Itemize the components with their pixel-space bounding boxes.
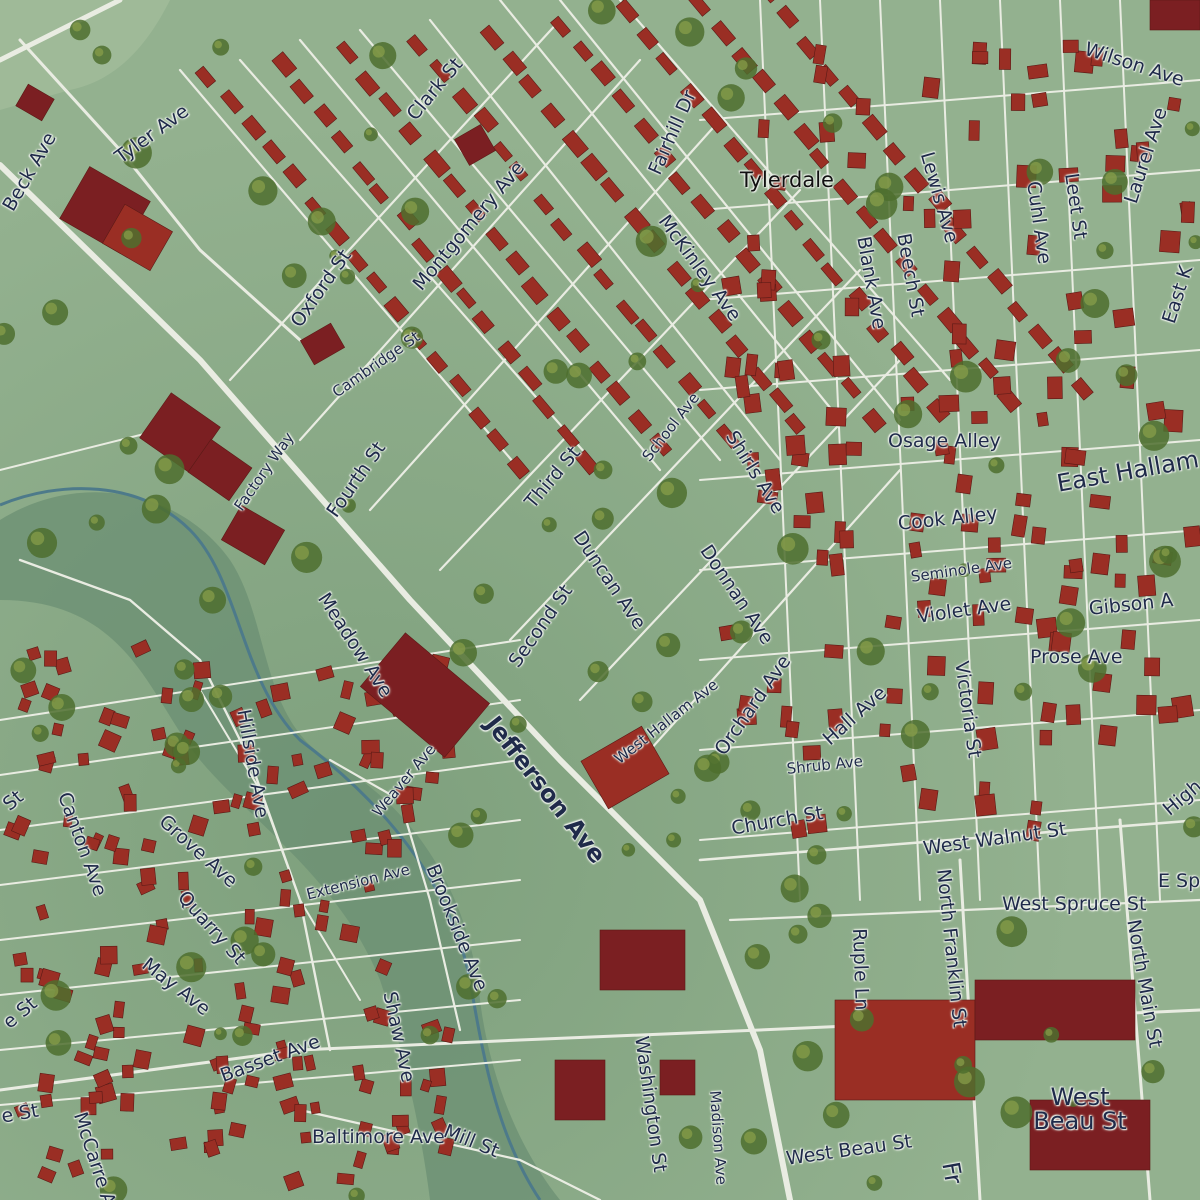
map-canvas[interactable]: Tylerdale Tyler Ave Clark St Fairhill Dr…: [0, 0, 1200, 1200]
street-label-baltimore-ave[interactable]: Baltimore Ave: [312, 1128, 445, 1147]
tree-layer: [0, 0, 1200, 1200]
street-label-fr[interactable]: Fr: [936, 1160, 967, 1186]
street-label-west-beau-st-east[interactable]: West Beau St: [1025, 1085, 1135, 1133]
street-label-west-spruce-st[interactable]: West Spruce St: [1002, 895, 1146, 914]
street-label-prose-ave[interactable]: Prose Ave: [1030, 648, 1123, 667]
street-label-ruple-ln[interactable]: Ruple Ln: [848, 928, 873, 1011]
place-label-tylerdale: Tylerdale: [740, 168, 834, 192]
street-label-osage-alley[interactable]: Osage Alley: [888, 432, 1001, 451]
street-label-e-spru[interactable]: E Spru: [1158, 872, 1200, 891]
